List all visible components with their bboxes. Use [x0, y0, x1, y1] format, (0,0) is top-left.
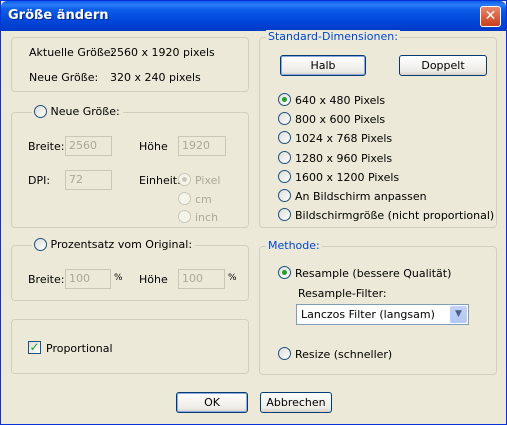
- filter-select[interactable]: Lanczos Filter (langsam) ▼: [296, 304, 469, 325]
- percent-width-label: Breite:: [28, 273, 65, 286]
- option-640-label: 640 x 480 Pixels: [295, 94, 386, 107]
- height-field-value: 1920: [182, 139, 210, 152]
- percent-radio[interactable]: [34, 238, 47, 251]
- percent-width-unit: %: [114, 273, 123, 283]
- dpi-field[interactable]: 72: [65, 170, 112, 190]
- percent-width-value: 100: [69, 272, 90, 285]
- unit-cm-radio[interactable]: [178, 192, 191, 205]
- new-size-radio[interactable]: [34, 105, 47, 118]
- option-screen-size-radio[interactable]: [278, 208, 291, 221]
- cancel-button[interactable]: Abbrechen: [260, 392, 332, 413]
- option-1024-label: 1024 x 768 Pixels: [295, 132, 393, 145]
- resample-label: Resample (bessere Qualität): [295, 267, 452, 280]
- current-size-label: Aktuelle Größe:: [29, 46, 115, 59]
- option-800-radio[interactable]: [278, 112, 291, 125]
- unit-inch-label: inch: [195, 211, 219, 224]
- percent-height-label: Höhe: [139, 273, 168, 286]
- new-size-option-label: Neue Größe:: [50, 105, 120, 118]
- new-size-label: Neue Größe:: [29, 71, 99, 84]
- resize-radio[interactable]: [278, 347, 291, 360]
- percent-height-value: 100: [182, 272, 203, 285]
- ok-button[interactable]: OK: [176, 392, 248, 413]
- width-field[interactable]: 2560: [65, 136, 112, 156]
- new-size-group: Neue Größe: Breite: 2560 Höhe 1920 DPI: …: [11, 105, 249, 228]
- unit-pixel-radio[interactable]: [178, 173, 191, 186]
- close-button[interactable]: ✕: [480, 6, 501, 27]
- chevron-down-icon[interactable]: ▼: [450, 306, 467, 323]
- option-1280-label: 1280 x 960 Pixels: [295, 152, 393, 165]
- percent-height-field[interactable]: 100: [178, 269, 225, 289]
- dpi-field-value: 72: [69, 173, 83, 186]
- option-fit-screen-radio[interactable]: [278, 189, 291, 202]
- percent-option[interactable]: Prozentsatz vom Original:: [32, 238, 196, 251]
- option-1600-label: 1600 x 1200 Pixels: [295, 171, 400, 184]
- dialog-content: Aktuelle Größe: 2560 x 1920 pixels Neue …: [4, 30, 503, 423]
- option-800-label: 800 x 600 Pixels: [295, 113, 386, 126]
- width-field-value: 2560: [69, 139, 97, 152]
- unit-cm-label: cm: [195, 193, 212, 206]
- size-info-group: Aktuelle Größe: 2560 x 1920 pixels Neue …: [11, 37, 249, 92]
- resample-radio[interactable]: [278, 266, 291, 279]
- option-1600-radio[interactable]: [278, 170, 291, 183]
- new-size-option[interactable]: Neue Größe:: [32, 105, 123, 118]
- method-legend: Methode:: [266, 239, 322, 252]
- double-button[interactable]: Doppelt: [399, 55, 487, 76]
- method-group: Methode: Resample (bessere Qualität) Res…: [259, 239, 497, 375]
- proportional-label: Proportional: [46, 342, 113, 355]
- width-label: Breite:: [28, 140, 65, 153]
- filter-select-value: Lanczos Filter (langsam): [301, 308, 435, 321]
- half-button[interactable]: Halb: [280, 55, 366, 76]
- option-1024-radio[interactable]: [278, 131, 291, 144]
- filter-label: Resample-Filter:: [298, 287, 387, 300]
- new-size-value: 320 x 240 pixels: [110, 71, 201, 84]
- percent-height-unit: %: [228, 273, 237, 283]
- option-1280-radio[interactable]: [278, 151, 291, 164]
- standard-dimensions-legend: Standard-Dimensionen:: [266, 30, 400, 43]
- unit-inch-radio[interactable]: [178, 210, 191, 223]
- proportional-checkbox[interactable]: ✓: [28, 341, 41, 354]
- resize-dialog: Größe ändern ✕ Aktuelle Größe: 2560 x 19…: [0, 0, 507, 425]
- option-fit-screen-label: An Bildschirm anpassen: [295, 190, 427, 203]
- close-icon: ✕: [484, 8, 497, 24]
- title-bar[interactable]: Größe ändern ✕: [1, 1, 506, 31]
- standard-dimensions-group: Standard-Dimensionen: Halb Doppelt 640 x…: [259, 30, 497, 228]
- percent-option-label: Prozentsatz vom Original:: [50, 238, 193, 251]
- unit-label: Einheit:: [139, 174, 181, 187]
- dpi-label: DPI:: [28, 174, 51, 187]
- height-label: Höhe: [139, 140, 168, 153]
- window-title: Größe ändern: [8, 8, 109, 23]
- percent-group: Prozentsatz vom Original: Breite: 100 % …: [11, 238, 249, 301]
- current-size-value: 2560 x 1920 pixels: [110, 46, 215, 59]
- option-screen-size-label: Bildschirmgröße (nicht proportional): [295, 209, 495, 222]
- proportional-group: ✓ Proportional: [11, 319, 249, 374]
- resize-label: Resize (schneller): [295, 348, 393, 361]
- option-640-radio[interactable]: [278, 93, 291, 106]
- unit-pixel-label: Pixel: [195, 174, 221, 187]
- height-field[interactable]: 1920: [178, 136, 226, 156]
- percent-width-field[interactable]: 100: [65, 269, 111, 289]
